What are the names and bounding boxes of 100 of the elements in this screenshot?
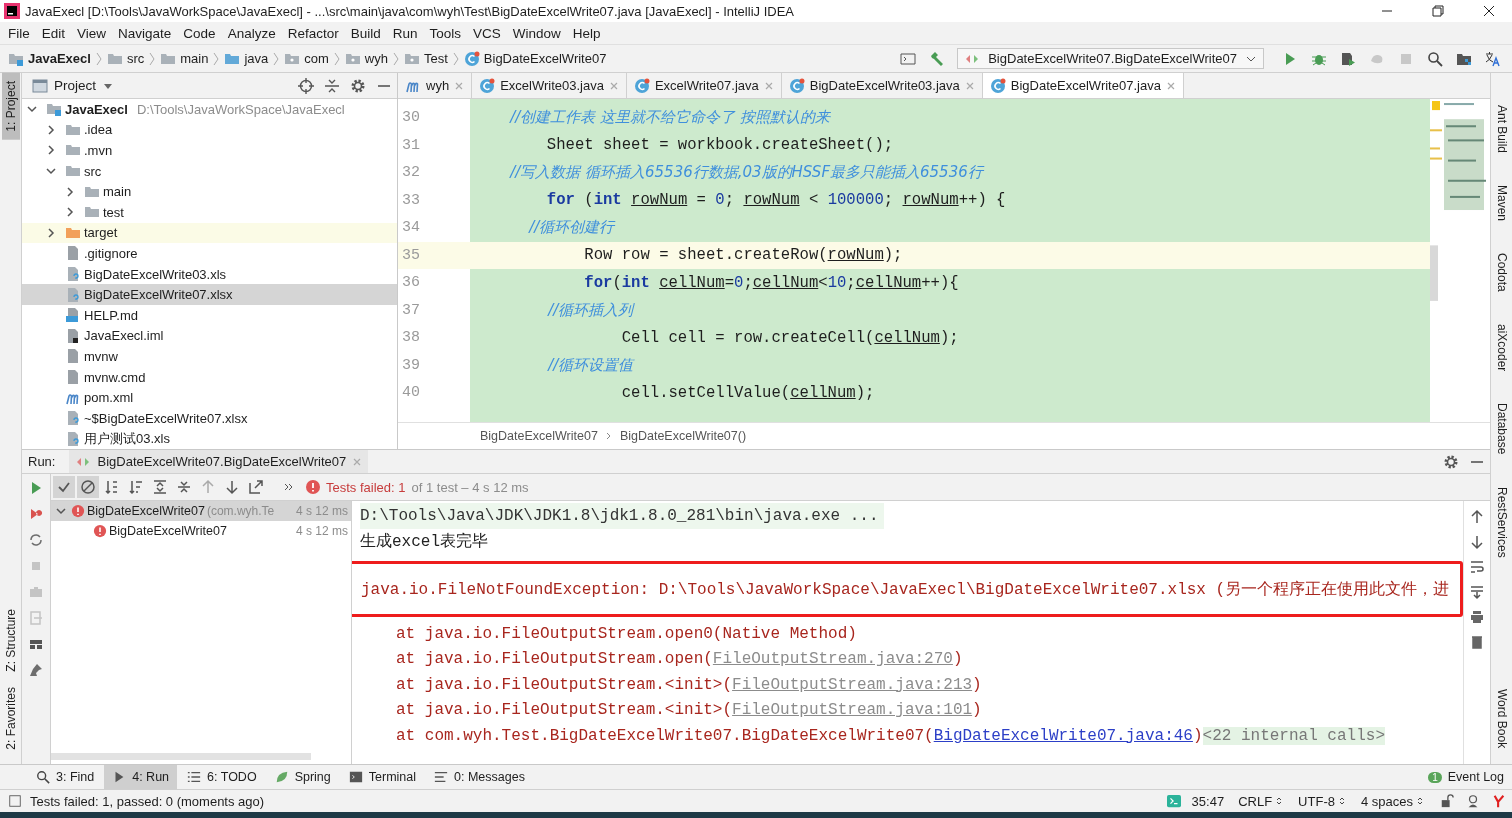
- indent-selector[interactable]: 4 spaces: [1357, 793, 1428, 809]
- lock-icon[interactable]: [1440, 794, 1454, 808]
- tree-item[interactable]: .mvn: [22, 140, 397, 161]
- breadcrumb[interactable]: java: [222, 50, 271, 67]
- project-view-dropdown[interactable]: Project: [32, 77, 115, 94]
- plugin-icon[interactable]: [1492, 794, 1506, 808]
- menu-item[interactable]: Navigate: [112, 25, 178, 41]
- settings-icon[interactable]: [1443, 453, 1459, 470]
- menu-item[interactable]: VCS: [467, 25, 507, 41]
- pin-icon[interactable]: [28, 662, 44, 678]
- scroll-to-end-icon[interactable]: [1469, 584, 1485, 600]
- tool-window-tab[interactable]: Spring: [266, 765, 339, 789]
- chevron-icon[interactable]: [45, 144, 57, 157]
- terminal-window-icon[interactable]: [900, 50, 917, 67]
- tree-item[interactable]: HELP.md: [22, 304, 397, 326]
- test-tree-item[interactable]: BigDateExcelWrite07 4 s 12 ms: [51, 521, 351, 541]
- encoding-selector[interactable]: UTF-8: [1295, 793, 1350, 809]
- tool-window-tab[interactable]: 4: Run: [104, 765, 178, 789]
- tree-item[interactable]: BigDateExcelWrite03.xls: [22, 263, 397, 285]
- tree-item[interactable]: mvnw: [22, 346, 397, 367]
- breadcrumb[interactable]: com: [282, 50, 331, 67]
- panel-toggle-icon[interactable]: [8, 794, 22, 808]
- tree-item[interactable]: .idea: [22, 119, 397, 141]
- scrollbar[interactable]: [51, 753, 311, 760]
- rerun-failed-icon[interactable]: [28, 506, 44, 522]
- chevron-icon[interactable]: [45, 123, 57, 136]
- internal-calls-note[interactable]: <22 internal calls>: [1202, 726, 1385, 745]
- terminal-icon[interactable]: [1166, 794, 1181, 808]
- tool-window-tab[interactable]: 6: TODO: [179, 765, 265, 789]
- tree-item[interactable]: target: [22, 222, 397, 244]
- tree-item[interactable]: pom.xml: [22, 387, 397, 408]
- locate-icon[interactable]: [298, 77, 314, 94]
- tree-item[interactable]: ~$BigDateExcelWrite07.xlsx: [22, 407, 397, 429]
- tool-window-tab[interactable]: Z: Structure: [1, 600, 20, 680]
- refresh-icon[interactable]: [28, 532, 44, 548]
- chevron-icon[interactable]: [64, 185, 76, 198]
- tree-item[interactable]: JavaExecl.iml: [22, 325, 397, 347]
- editor-tab[interactable]: BigDateExcelWrite03.java: [781, 73, 983, 98]
- menu-item[interactable]: Tools: [423, 25, 467, 41]
- menu-item[interactable]: Run: [386, 25, 424, 41]
- close-icon[interactable]: [1165, 80, 1176, 91]
- editor-tab[interactable]: BigDateExcelWrite07.java: [982, 73, 1184, 98]
- menu-item[interactable]: View: [71, 25, 113, 41]
- code-breadcrumb[interactable]: BigDateExcelWrite07(): [619, 429, 747, 443]
- search-icon[interactable]: [1427, 50, 1443, 67]
- coverage-icon[interactable]: [1340, 50, 1356, 67]
- code-breadcrumb[interactable]: BigDateExcelWrite07: [480, 429, 598, 443]
- print-icon[interactable]: [1469, 609, 1485, 625]
- tool-window-tab[interactable]: Word Book: [1492, 686, 1511, 750]
- tool-window-tab[interactable]: aiXcoder: [1492, 321, 1511, 374]
- tool-window-tab[interactable]: 1: Project: [1, 73, 20, 140]
- chevron-icon[interactable]: [64, 206, 76, 219]
- breadcrumb[interactable]: Test: [402, 50, 450, 67]
- hammer-icon[interactable]: [929, 50, 946, 67]
- show-ignored-icon[interactable]: [77, 476, 99, 498]
- show-passed-icon[interactable]: [53, 476, 75, 498]
- inspector-icon[interactable]: [1466, 794, 1480, 808]
- run-configuration-dropdown[interactable]: BigDateExcelWrite07.BigDateExcelWrite07: [957, 48, 1264, 69]
- translate-icon[interactable]: [1485, 50, 1501, 67]
- tree-item[interactable]: src: [22, 160, 397, 182]
- breadcrumb[interactable]: main: [158, 50, 211, 67]
- caret-position[interactable]: 35:47: [1188, 793, 1228, 809]
- tree-item[interactable]: test: [22, 201, 397, 223]
- tool-window-tab[interactable]: Ant Build: [1492, 103, 1511, 156]
- menu-item[interactable]: Build: [344, 25, 387, 41]
- editor-tab[interactable]: wyh: [398, 73, 473, 98]
- editor-tab[interactable]: ExcelWrite07.java: [626, 73, 782, 98]
- tool-window-tab[interactable]: Maven: [1492, 183, 1511, 224]
- breadcrumb[interactable]: src: [104, 50, 147, 67]
- menu-item[interactable]: Edit: [35, 25, 72, 41]
- settings-icon[interactable]: [350, 77, 366, 94]
- trash-icon[interactable]: [1469, 634, 1485, 650]
- menu-item[interactable]: Window: [506, 25, 567, 41]
- tree-item[interactable]: JavaExecl D:\Tools\JavaWorkSpace\JavaExecl: [22, 99, 397, 120]
- menu-item[interactable]: Help: [566, 25, 607, 41]
- tool-window-tab[interactable]: 3: Find: [28, 765, 103, 789]
- arrow-down-icon[interactable]: [1469, 534, 1485, 550]
- breadcrumb[interactable]: JavaExecl: [6, 50, 93, 67]
- arrow-up-icon[interactable]: [1469, 509, 1485, 525]
- tree-item[interactable]: main: [22, 181, 397, 202]
- menu-item[interactable]: File: [2, 25, 36, 41]
- menu-item[interactable]: Code: [177, 25, 222, 41]
- tool-window-tab[interactable]: Codota: [1492, 251, 1511, 294]
- menu-item[interactable]: Refactor: [281, 25, 345, 41]
- collapse-all-icon[interactable]: [324, 77, 340, 94]
- test-tree-item[interactable]: BigDateExcelWrite07 (com.wyh.Te 4 s 12 ms: [51, 501, 351, 521]
- tool-window-tab[interactable]: 2: Favorites: [1, 679, 20, 758]
- tree-item[interactable]: BigDateExcelWrite07.xlsx: [22, 284, 397, 305]
- tool-window-tab[interactable]: Database: [1492, 401, 1511, 457]
- menu-item[interactable]: Analyze: [221, 25, 282, 41]
- tree-item[interactable]: mvnw.cmd: [22, 366, 397, 388]
- soft-wrap-icon[interactable]: [1469, 559, 1485, 575]
- tool-window-tab[interactable]: 0: Messages: [426, 765, 533, 789]
- tool-window-tab[interactable]: Terminal: [340, 765, 424, 789]
- chevron-icon[interactable]: [55, 505, 67, 517]
- run-tab[interactable]: BigDateExcelWrite07.BigDateExcelWrite07: [69, 450, 369, 473]
- breadcrumb[interactable]: wyh: [342, 50, 390, 67]
- source-link[interactable]: BigDateExcelWrite07.java:46: [933, 726, 1193, 745]
- tree-item[interactable]: 用户测试03.xls: [22, 428, 397, 449]
- line-separator-selector[interactable]: CRLF: [1235, 793, 1288, 809]
